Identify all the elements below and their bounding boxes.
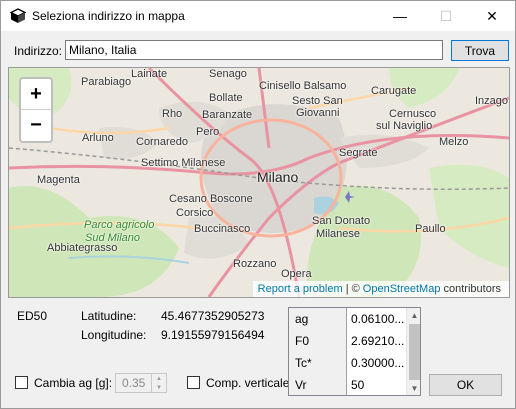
map-label: Carugate xyxy=(371,85,417,97)
map-label: sul Naviglio xyxy=(376,120,433,132)
map-label: Rho xyxy=(162,108,183,120)
map-label: Sesto San xyxy=(292,95,343,107)
map-label: Giovanni xyxy=(296,107,340,119)
report-problem-link[interactable]: Report a problem xyxy=(258,283,343,295)
map-label: Buccinasco xyxy=(194,223,251,235)
map-label: Cornaredo xyxy=(136,136,188,148)
map-label-park: Parco agricolo xyxy=(84,219,155,231)
param-value[interactable]: 0.06100... xyxy=(347,308,406,330)
map-label: Inzago xyxy=(475,95,509,107)
dialog-window: Seleziona indirizzo in mappa — ☐ ✕ Indir… xyxy=(0,0,516,409)
projection-label: ED50 xyxy=(17,309,48,323)
ok-button[interactable]: OK xyxy=(429,374,502,396)
address-input[interactable] xyxy=(65,40,443,60)
param-value[interactable]: 0.30000... xyxy=(347,352,406,374)
ag-spinner[interactable]: 0.35 ▲ ▼ xyxy=(115,373,167,393)
map-label: Abbiategrasso xyxy=(47,242,118,254)
param-name: F0 xyxy=(289,330,347,352)
param-value[interactable]: 2.69210... xyxy=(347,330,406,352)
map-label: Magenta xyxy=(37,174,80,186)
map-label: Opera xyxy=(281,268,312,280)
spinner-down-icon[interactable]: ▼ xyxy=(152,383,166,392)
scroll-thumb[interactable] xyxy=(409,324,420,380)
latitude-label: Latitudine: xyxy=(81,309,137,323)
latitude-value: 45.4677352905273 xyxy=(161,309,265,323)
change-ag-label: Cambia ag [g]: xyxy=(34,376,113,390)
map-label: Pero xyxy=(196,126,220,138)
close-button[interactable]: ✕ xyxy=(469,1,515,31)
grid-scrollbar[interactable]: ▲ ▼ xyxy=(406,308,420,395)
grid-row[interactable]: Tc* 0.30000... xyxy=(289,352,406,374)
scroll-up-icon[interactable]: ▲ xyxy=(407,308,420,322)
openstreetmap-link[interactable]: OpenStreetMap xyxy=(363,283,441,295)
address-label: Indirizzo: xyxy=(14,44,63,58)
grid-row[interactable]: Vr 50 xyxy=(289,374,406,395)
longitude-label: Longitudine: xyxy=(81,328,147,342)
vertical-component-label: Comp. verticale xyxy=(206,376,290,390)
grid-row[interactable]: F0 2.69210... xyxy=(289,330,406,352)
map-label: Cinisello Balsamo xyxy=(259,80,347,92)
map-label-city: Milano xyxy=(257,169,299,185)
attribution-separator: | © xyxy=(345,283,360,295)
title-bar: Seleziona indirizzo in mappa — ☐ ✕ xyxy=(1,1,515,31)
attribution-contributors: contributors xyxy=(443,283,501,295)
map-view[interactable]: Parabiago Lainate Senago Cinisello Balsa… xyxy=(8,67,510,298)
window-title: Seleziona indirizzo in mappa xyxy=(32,9,185,23)
grid-row[interactable]: ag 0.06100... xyxy=(289,308,406,330)
spinner-up-icon[interactable]: ▲ xyxy=(152,374,166,383)
minimize-button[interactable]: — xyxy=(377,1,423,31)
map-label: San Donato xyxy=(312,215,371,227)
map-label: Cernusco xyxy=(389,108,437,120)
spinner-arrows[interactable]: ▲ ▼ xyxy=(151,374,166,392)
map-label: Milanese xyxy=(316,228,361,240)
search-button[interactable]: Trova xyxy=(451,40,509,61)
map-label: Melzo xyxy=(439,136,469,148)
change-ag-checkbox[interactable] xyxy=(15,376,28,389)
maximize-button[interactable]: ☐ xyxy=(423,1,469,31)
map-label: Bollate xyxy=(209,92,243,104)
scroll-down-icon[interactable]: ▼ xyxy=(407,381,420,395)
map-label: Settimo Milanese xyxy=(141,157,226,169)
param-name: Vr xyxy=(289,374,347,395)
map-label: Baranzate xyxy=(202,109,253,121)
param-name: ag xyxy=(289,308,347,330)
map-label: Paullo xyxy=(415,223,446,235)
map-label: Lainate xyxy=(131,68,168,80)
map-label: Parabiago xyxy=(81,76,132,88)
zoom-control: + − xyxy=(19,77,53,143)
longitude-value: 9.19155979156494 xyxy=(161,328,265,342)
param-value[interactable]: 50 xyxy=(347,374,406,395)
map-label: Rozzano xyxy=(233,258,277,270)
zoom-out-button[interactable]: − xyxy=(21,110,51,141)
map-label: Segrate xyxy=(339,147,378,159)
ag-spinner-value: 0.35 xyxy=(122,376,146,390)
vertical-component-checkbox[interactable] xyxy=(187,376,200,389)
cube-icon xyxy=(10,8,26,23)
param-name: Tc* xyxy=(289,352,347,374)
map-label: Cesano Boscone xyxy=(169,193,253,205)
map-label: Corsico xyxy=(176,207,214,219)
params-grid[interactable]: ag 0.06100... F0 2.69210... Tc* 0.30000.… xyxy=(288,307,421,396)
map-label: Arluno xyxy=(82,132,114,144)
map-attribution: Report a problem | © OpenStreetMap contr… xyxy=(252,281,509,297)
zoom-in-button[interactable]: + xyxy=(21,79,51,110)
map-label: Senago xyxy=(209,68,247,80)
